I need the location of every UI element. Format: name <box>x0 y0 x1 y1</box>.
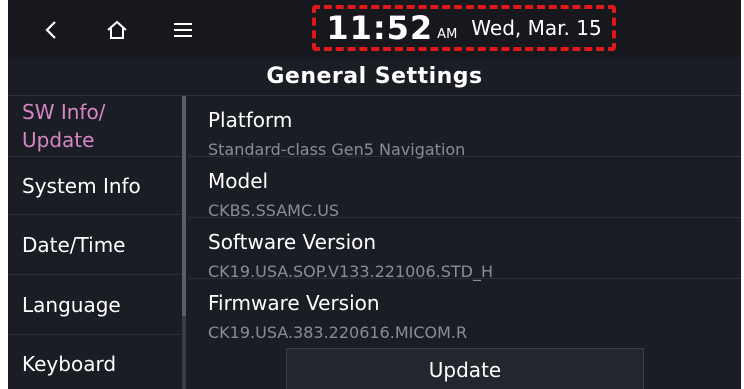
software-version-row: Software Version CK19.USA.SOP.V133.22100… <box>188 218 741 281</box>
sidebar-item-sw-info-update[interactable]: SW Info/ Update <box>8 96 182 157</box>
sidebar-item-label-line1: SW Info/ <box>22 100 106 124</box>
menu-icon <box>174 23 192 37</box>
sidebar-item-keyboard[interactable]: Keyboard <box>8 335 182 389</box>
model-label: Model <box>208 169 269 193</box>
sidebar-item-system-info[interactable]: System Info <box>8 157 182 215</box>
menu-button[interactable] <box>160 8 206 52</box>
sidebar-item-label: Date/Time <box>22 232 126 257</box>
page-title: General Settings <box>8 57 741 96</box>
sidebar: SW Info/ Update System Info Date/Time La… <box>8 96 186 389</box>
home-button[interactable] <box>94 8 140 52</box>
sidebar-item-label: Language <box>22 292 121 317</box>
software-version-label: Software Version <box>208 230 377 254</box>
back-button[interactable] <box>28 8 74 52</box>
sidebar-item-label-line2: Update <box>22 128 95 152</box>
platform-label: Platform <box>208 108 293 132</box>
status-bar: 11:52 AM Wed, Mar. 15 <box>8 0 741 57</box>
update-button[interactable]: Update <box>286 348 644 389</box>
clock-ampm: AM <box>437 26 458 42</box>
home-icon <box>107 20 127 39</box>
sidebar-item-label: Keyboard <box>22 352 117 376</box>
clock-time: 11:52 <box>326 9 434 47</box>
model-row: Model CKBS.SSAMC.US <box>188 157 741 220</box>
info-panel: Platform Standard-class Gen5 Navigation … <box>188 96 741 389</box>
firmware-version-label: Firmware Version <box>208 291 380 315</box>
sidebar-item-label: System Info <box>22 173 141 198</box>
sidebar-item-date-time[interactable]: Date/Time <box>8 215 182 275</box>
sidebar-scrollbar-thumb[interactable] <box>182 96 186 316</box>
infotainment-screen: 11:52 AM Wed, Mar. 15 General Settings S… <box>8 0 741 389</box>
platform-row: Platform Standard-class Gen5 Navigation <box>188 96 741 159</box>
sidebar-item-language[interactable]: Language <box>8 275 182 335</box>
clock-highlight: 11:52 AM Wed, Mar. 15 <box>312 5 616 51</box>
back-icon <box>45 21 56 39</box>
firmware-version-value: CK19.USA.383.220616.MICOM.R <box>208 323 468 342</box>
firmware-version-row: Firmware Version CK19.USA.383.220616.MIC… <box>188 279 741 342</box>
clock-date: Wed, Mar. 15 <box>471 16 602 40</box>
